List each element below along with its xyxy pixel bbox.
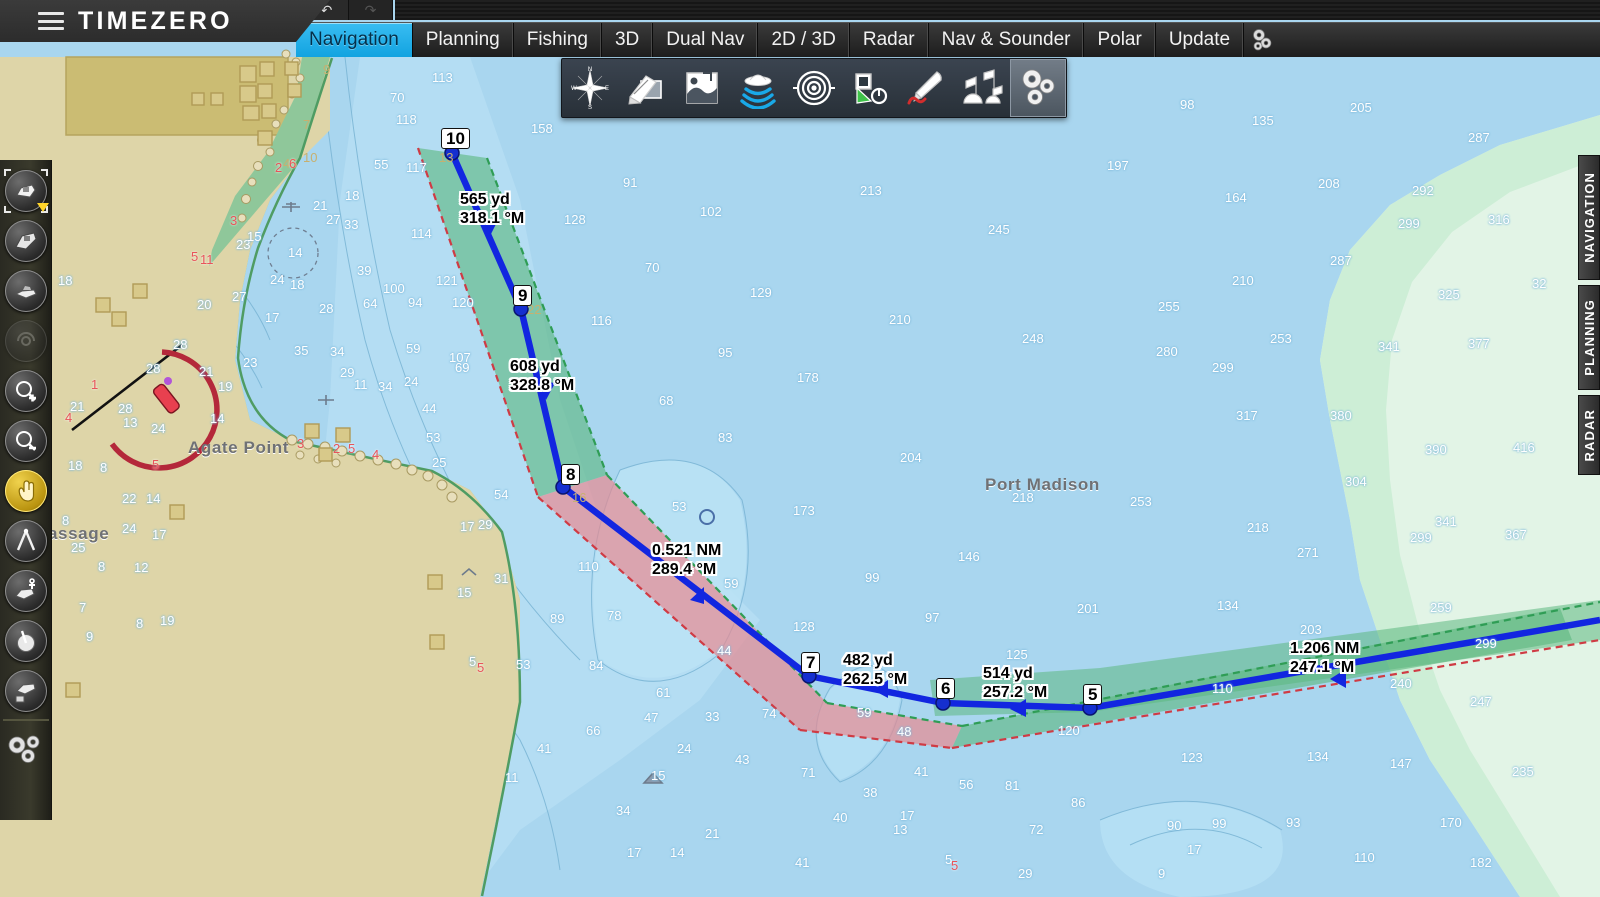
sidebar-boat-anchor[interactable]: [4, 566, 48, 616]
toolbar-radar-target[interactable]: [786, 59, 842, 117]
tab-planning[interactable]: Planning: [413, 23, 514, 57]
zoom-out-icon: [4, 420, 47, 462]
right-tab-navigation[interactable]: NAVIGATION: [1578, 155, 1600, 280]
tab-label: 2D / 3D: [771, 29, 836, 50]
toolbar-buoy-marks[interactable]: [954, 59, 1010, 117]
app-logo-plate[interactable]: TIMEZERO: [0, 0, 330, 42]
right-tab-label: NAVIGATION: [1581, 172, 1597, 263]
boat-anchor-icon: [4, 570, 47, 612]
sidebar-divider: [2, 719, 49, 721]
timezero-window: Agate Point Port Madison assage 113 158 91…: [0, 0, 1600, 897]
left-toolbar[interactable]: [0, 160, 52, 820]
tab-label: Fishing: [526, 29, 588, 50]
sounder-icon: [740, 74, 776, 109]
svg-text:E: E: [605, 86, 609, 92]
workspace-gears-icon: [1253, 29, 1272, 51]
sidebar-center-on-boat[interactable]: [3, 166, 49, 216]
workspace-tab-strip[interactable]: Navigation Planning Fishing 3D Dual Nav …: [296, 22, 1600, 57]
right-tab-radar[interactable]: RADAR: [1578, 395, 1600, 475]
buoy-marks-icon: [963, 69, 1003, 104]
tab-nav-sounder[interactable]: Nav & Sounder: [929, 23, 1085, 57]
ais-target-icon: [855, 73, 888, 105]
toolbar-chart-catalog[interactable]: [618, 59, 674, 117]
selection-corner-icon: [40, 169, 48, 176]
sidebar-boat-track[interactable]: [4, 666, 48, 716]
tab-add-workspace[interactable]: [1244, 23, 1280, 57]
tab-label: Update: [1168, 29, 1231, 50]
redo-button[interactable]: ↷: [349, 0, 393, 20]
svg-text:N: N: [588, 67, 592, 73]
tab-polar[interactable]: Polar: [1084, 23, 1156, 57]
sidebar-zoom-in[interactable]: [4, 366, 48, 416]
svg-text:S: S: [588, 105, 592, 110]
auto-range-icon: [4, 320, 47, 362]
tab-radar[interactable]: Radar: [850, 23, 929, 57]
tab-3d[interactable]: 3D: [602, 23, 654, 57]
zoom-in-icon: [4, 370, 47, 412]
sidebar-zoom-out[interactable]: [4, 416, 48, 466]
toolbar-settings-gears[interactable]: [1010, 59, 1066, 117]
right-tab-planning[interactable]: PLANNING: [1578, 285, 1600, 390]
chart-toolbar[interactable]: N S W E: [561, 58, 1067, 118]
radar-target-icon: [793, 70, 835, 106]
sidebar-auto-range[interactable]: [4, 316, 48, 366]
toolbar-sounder[interactable]: [730, 59, 786, 117]
tab-dual-nav[interactable]: Dual Nav: [653, 23, 759, 57]
toolbar-ais-target[interactable]: [842, 59, 898, 117]
toolbar-compass-rose[interactable]: N S W E: [562, 59, 618, 117]
tab-label: Dual Nav: [666, 29, 745, 50]
tab-label: Radar: [862, 29, 915, 50]
svg-text:W: W: [571, 86, 577, 92]
sidebar-gears-settings[interactable]: [4, 724, 48, 774]
boat-3d-icon: [4, 270, 47, 312]
sidebar-divider-ruler[interactable]: [4, 516, 48, 566]
toolbar-photo-overlay[interactable]: [674, 59, 730, 117]
hamburger-icon[interactable]: [38, 12, 64, 30]
sidebar-boat-3d[interactable]: [4, 266, 48, 316]
app-title: TIMEZERO: [78, 6, 233, 35]
settings-gears-icon: [1022, 69, 1055, 105]
tab-label: Planning: [425, 29, 500, 50]
selection-corner-icon: [3, 206, 11, 213]
radar-sweep-icon: [4, 620, 47, 662]
tab-update[interactable]: Update: [1156, 23, 1245, 57]
tab-navigation[interactable]: Navigation: [296, 23, 413, 57]
tab-label: Polar: [1097, 29, 1142, 50]
right-tab-label: RADAR: [1581, 408, 1597, 462]
tab-2d-3d[interactable]: 2D / 3D: [758, 23, 850, 57]
dropdown-triangle-icon[interactable]: [36, 203, 49, 212]
chart-canvas[interactable]: Agate Point Port Madison assage 113 158 91…: [0, 0, 1600, 897]
compass-rose-icon: N S W E: [571, 67, 609, 110]
boat-track-icon: [4, 670, 47, 712]
pan-hand-icon: [4, 470, 47, 512]
photo-overlay-icon: [686, 72, 718, 104]
gears-settings-icon: [8, 735, 39, 763]
chart-catalog-icon: [628, 75, 662, 105]
divider-ruler-icon: [4, 520, 47, 562]
tab-label: Nav & Sounder: [941, 29, 1071, 50]
sidebar-radar-sweep[interactable]: [4, 616, 48, 666]
toolbar-route-pen[interactable]: [898, 59, 954, 117]
right-tab-rail[interactable]: NAVIGATION PLANNING RADAR: [1578, 155, 1600, 480]
selection-corner-icon: [3, 169, 11, 176]
tab-label: Navigation: [309, 29, 399, 50]
boat-offset-icon: [4, 220, 47, 262]
route-pen-icon: [907, 71, 942, 105]
sidebar-pan-hand[interactable]: [4, 466, 48, 516]
tab-label: 3D: [614, 29, 640, 50]
right-tab-label: PLANNING: [1581, 299, 1597, 376]
tab-fishing[interactable]: Fishing: [514, 23, 602, 57]
sidebar-boat-offset[interactable]: [4, 216, 48, 266]
